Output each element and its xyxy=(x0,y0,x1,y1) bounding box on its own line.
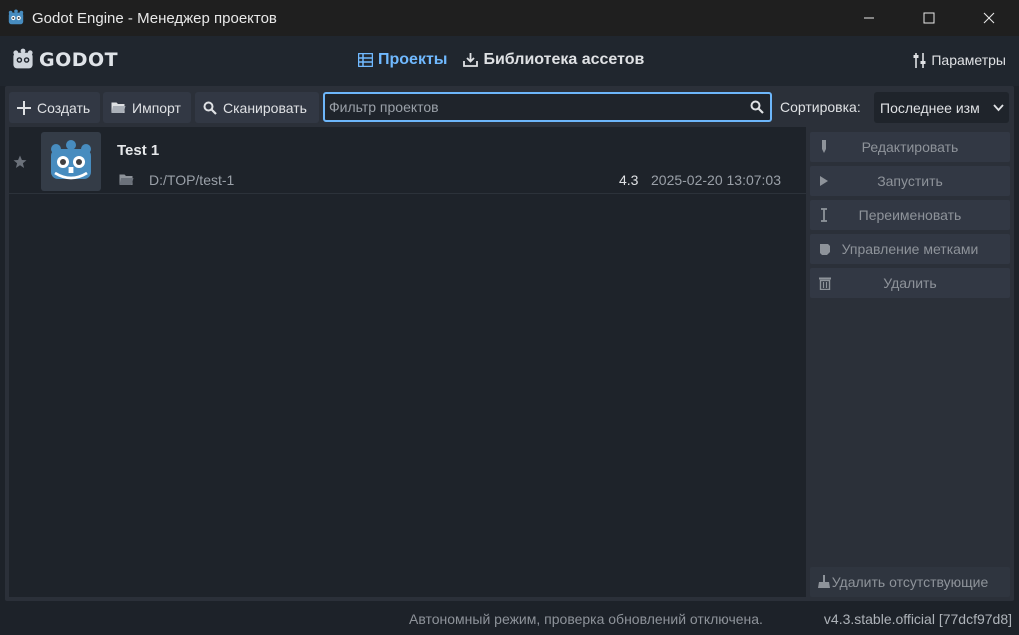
favorite-star-icon[interactable] xyxy=(13,155,27,169)
status-message: Автономный режим, проверка обновлений от… xyxy=(409,611,763,627)
create-button[interactable]: Создать xyxy=(9,92,100,123)
scan-label: Сканировать xyxy=(223,99,307,116)
project-version: 4.3 xyxy=(619,172,639,188)
import-label: Импорт xyxy=(132,99,181,116)
window-controls xyxy=(839,0,1019,36)
run-button[interactable]: Запустить xyxy=(810,166,1010,196)
edit-button[interactable]: Редактировать xyxy=(810,132,1010,162)
folder-icon[interactable] xyxy=(119,173,134,186)
title-bar: Godot Engine - Менеджер проектов xyxy=(0,0,1019,36)
header: GODOT Проекты Библиотека ассетов Парамет… xyxy=(0,36,1019,86)
run-label: Запустить xyxy=(877,173,943,189)
settings-tools-icon xyxy=(913,52,926,68)
project-filter-box xyxy=(323,92,772,122)
remove-missing-label: Удалить отсутствующие xyxy=(831,574,989,590)
settings-button[interactable]: Параметры xyxy=(913,52,1006,68)
scan-button[interactable]: Сканировать xyxy=(195,92,319,123)
projects-list-icon xyxy=(358,53,373,67)
chevron-down-icon xyxy=(993,104,1004,112)
maximize-icon xyxy=(923,12,935,24)
create-label: Создать xyxy=(37,99,91,116)
sort-label: Сортировка: xyxy=(780,99,861,115)
maximize-button[interactable] xyxy=(899,0,959,36)
minimize-button[interactable] xyxy=(839,0,899,36)
plus-icon xyxy=(17,100,31,115)
download-icon xyxy=(463,53,479,67)
close-icon xyxy=(983,12,995,24)
tab-projects-label: Проекты xyxy=(378,51,448,68)
settings-label: Параметры xyxy=(931,52,1006,68)
logo-text: GODOT xyxy=(39,49,119,71)
project-filter-input[interactable] xyxy=(329,98,729,116)
project-name: Test 1 xyxy=(117,142,160,159)
remove-label: Удалить xyxy=(883,275,937,291)
broom-icon xyxy=(818,575,830,588)
godot-project-icon xyxy=(51,139,91,179)
import-button[interactable]: Импорт xyxy=(103,92,191,123)
rename-button[interactable]: Переименовать xyxy=(810,200,1010,230)
close-button[interactable] xyxy=(959,0,1019,36)
tags-icon xyxy=(820,244,830,255)
project-icon xyxy=(41,132,101,191)
search-icon xyxy=(203,101,217,115)
play-icon xyxy=(820,176,828,186)
remove-missing-button[interactable]: Удалить отсутствующие xyxy=(810,567,1010,597)
window-title: Godot Engine - Менеджер проектов xyxy=(32,9,277,27)
main-tabs: Проекты Библиотека ассетов xyxy=(358,51,660,69)
remove-button[interactable]: Удалить xyxy=(810,268,1010,298)
filter-search-icon xyxy=(750,100,764,114)
sort-dropdown[interactable]: Последнее изм xyxy=(874,92,1009,123)
tab-asset-library-label: Библиотека ассетов xyxy=(483,51,645,68)
rename-label: Переименовать xyxy=(858,207,962,223)
manage-tags-label: Управление метками xyxy=(841,241,979,257)
folder-open-icon xyxy=(111,102,126,113)
project-list: Test 1 D:/TOP/test-1 4.3 2025-02-20 13:0… xyxy=(9,127,806,597)
sort-value: Последнее изм xyxy=(880,99,980,116)
godot-logo-icon xyxy=(13,48,33,69)
project-manager-panel: Создать Импорт Сканировать Сортировка: П… xyxy=(5,86,1014,601)
godot-logo: GODOT xyxy=(11,48,118,72)
minimize-icon xyxy=(864,17,874,19)
edit-icon xyxy=(822,140,826,153)
project-row[interactable]: Test 1 D:/TOP/test-1 4.3 2025-02-20 13:0… xyxy=(9,127,806,194)
project-actions-panel: Редактировать Запустить Переименовать Уп… xyxy=(810,127,1010,597)
edit-label: Редактировать xyxy=(861,139,959,155)
project-path: D:/TOP/test-1 xyxy=(149,172,235,188)
tab-projects[interactable]: Проекты xyxy=(358,51,447,69)
trash-icon xyxy=(819,277,831,290)
manage-tags-button[interactable]: Управление метками xyxy=(810,234,1010,264)
text-cursor-icon xyxy=(821,208,827,222)
tab-asset-library[interactable]: Библиотека ассетов xyxy=(463,51,644,69)
project-modified-date: 2025-02-20 13:07:03 xyxy=(651,172,781,188)
godot-app-icon xyxy=(8,9,24,25)
version-label[interactable]: v4.3.stable.official [77dcf97d8] xyxy=(824,611,1012,627)
